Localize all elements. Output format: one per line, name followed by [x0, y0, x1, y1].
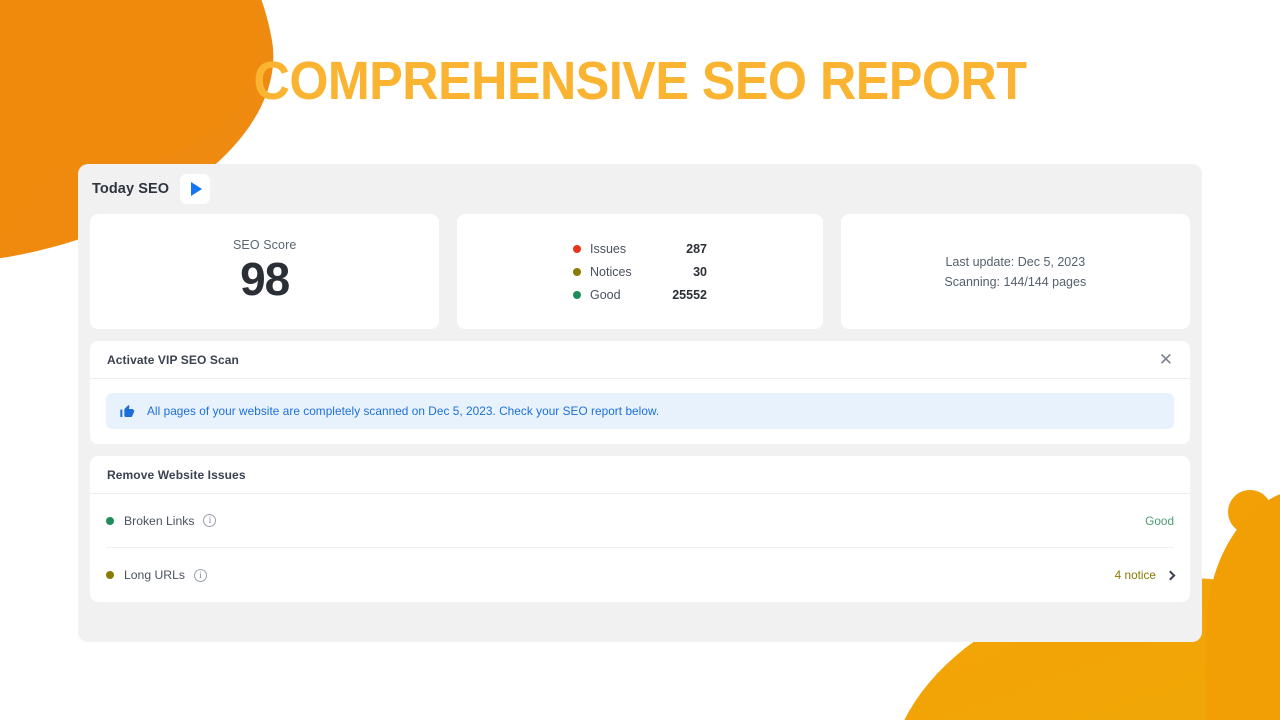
- website-issues-title: Remove Website Issues: [107, 467, 246, 482]
- status-dot-broken-links: [106, 516, 114, 525]
- status-dot-long-urls: [106, 571, 114, 579]
- thumbs-up-icon: [119, 403, 136, 419]
- website-issues-list: Broken Links i Good Long URLs i 4 notice: [90, 494, 1190, 602]
- page-title: COMPREHENSIVE SEO REPORT: [253, 51, 1027, 111]
- count-value-issues: 287: [686, 241, 707, 256]
- status-dot-good: [573, 290, 581, 299]
- seo-score-value: 98: [240, 253, 290, 305]
- issue-label-long-urls: Long URLs: [124, 568, 185, 582]
- website-issues-header: Remove Website Issues: [90, 456, 1190, 494]
- play-icon: [190, 182, 202, 196]
- decorative-circle-right: [1228, 490, 1272, 534]
- issue-status-long-urls: 4 notice: [1114, 568, 1156, 582]
- info-icon[interactable]: i: [203, 514, 217, 527]
- issue-status-broken-links: Good: [1145, 513, 1174, 528]
- dashboard-header: Today SEO: [78, 164, 1202, 214]
- count-label-issues: Issues: [590, 241, 627, 256]
- vip-scan-panel: Activate VIP SEO Scan ✕ All pages of you…: [90, 341, 1190, 444]
- chevron-right-icon[interactable]: [1165, 570, 1176, 580]
- info-icon[interactable]: i: [193, 568, 207, 582]
- stat-cards-row: SEO Score 98 Issues 287 Notices 30 Good: [78, 214, 1202, 329]
- count-value-notices: 30: [693, 264, 707, 279]
- dashboard-title: Today SEO: [92, 181, 170, 197]
- close-icon[interactable]: ✕: [1159, 351, 1173, 368]
- seo-score-card: SEO Score 98: [90, 214, 440, 329]
- issue-row-long-urls[interactable]: Long URLs i 4 notice: [106, 548, 1176, 602]
- scan-complete-notice: All pages of your website are completely…: [106, 393, 1174, 429]
- website-issues-panel: Remove Website Issues Broken Links i Goo…: [90, 456, 1190, 602]
- issue-row-broken-links[interactable]: Broken Links i Good: [106, 494, 1174, 548]
- count-label-notices: Notices: [590, 264, 632, 279]
- play-button[interactable]: [180, 174, 211, 204]
- vip-scan-title: Activate VIP SEO Scan: [107, 352, 239, 367]
- seo-score-label: SEO Score: [232, 238, 297, 252]
- count-row-notices: Notices 30: [573, 260, 707, 283]
- scan-complete-text: All pages of your website are completely…: [147, 404, 660, 418]
- decorative-blob-bottom-right-inner: [1206, 488, 1280, 720]
- vip-scan-header: Activate VIP SEO Scan ✕: [90, 341, 1190, 379]
- count-row-issues: Issues 287: [573, 237, 707, 260]
- status-dot-notices: [573, 267, 581, 276]
- count-label-good: Good: [590, 287, 621, 302]
- vip-scan-body: All pages of your website are completely…: [90, 379, 1190, 444]
- last-update-card: Last update: Dec 5, 2023 Scanning: 144/1…: [840, 214, 1190, 329]
- scanning-text: Scanning: 144/144 pages: [944, 274, 1087, 289]
- issue-counts-card: Issues 287 Notices 30 Good 25552: [457, 214, 823, 329]
- issue-counts-table: Issues 287 Notices 30 Good 25552: [573, 237, 707, 306]
- dashboard-panel: Today SEO SEO Score 98 Issues 287 Notice: [78, 164, 1202, 642]
- status-dot-issues: [573, 244, 581, 253]
- count-row-good: Good 25552: [573, 283, 707, 306]
- last-update-text: Last update: Dec 5, 2023: [945, 254, 1086, 269]
- issue-label-broken-links: Broken Links: [124, 513, 195, 528]
- count-value-good: 25552: [672, 287, 707, 302]
